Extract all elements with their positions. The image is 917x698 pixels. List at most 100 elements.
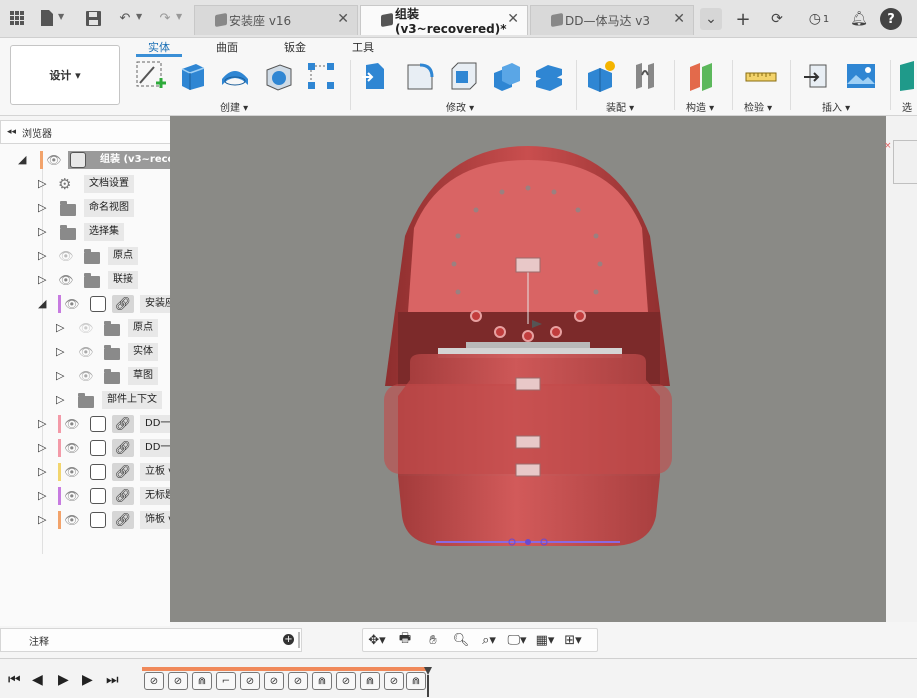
file-icon[interactable] — [38, 9, 56, 27]
expand-triangle-icon[interactable]: ▷ — [56, 394, 68, 406]
group-modify[interactable]: 修改 ▾ — [446, 99, 474, 114]
eye-icon[interactable]: 👁︎ — [78, 345, 94, 359]
tree-item-sketches[interactable]: ▷ 👁︎ 草图 — [0, 366, 170, 386]
press-pull-icon[interactable] — [358, 59, 392, 93]
expand-triangle-icon[interactable]: ▷ — [56, 322, 68, 334]
pan-hand-icon[interactable]: ✋︎ — [419, 630, 447, 650]
panel-resize-handle[interactable] — [298, 632, 300, 648]
eye-icon[interactable]: 👁︎ — [64, 297, 80, 311]
file-menu-caret[interactable]: ▼ — [58, 12, 64, 21]
revolve-icon[interactable] — [218, 59, 252, 93]
tree-item-joints[interactable]: ▷ 👁︎ 联接 — [0, 270, 170, 290]
tab-mount-seat[interactable]: 安装座 v16 ✕ — [194, 5, 358, 35]
eye-icon[interactable]: 👁︎ — [64, 417, 80, 431]
fit-icon[interactable]: ⌕▾ — [475, 630, 503, 650]
expand-triangle-icon[interactable]: ▷ — [38, 226, 50, 238]
look-at-icon[interactable]: 🖶︎ — [391, 630, 419, 650]
help-icon[interactable]: ? — [880, 8, 902, 30]
orbit-icon[interactable]: ✥▾ — [363, 630, 391, 650]
3d-viewport[interactable] — [170, 116, 886, 622]
timeline-joint-icon[interactable]: ⊘ — [240, 672, 260, 690]
group-assemble[interactable]: 装配 ▾ — [606, 99, 634, 114]
expand-triangle-icon[interactable]: ▷ — [38, 490, 50, 502]
redo-icon[interactable]: ↷ — [156, 9, 174, 27]
extrude-icon[interactable] — [176, 59, 210, 93]
timeline-joint-icon[interactable]: ⊘ — [336, 672, 356, 690]
step-back-icon[interactable]: ◀ — [32, 672, 43, 688]
fillet-icon[interactable] — [402, 59, 436, 93]
close-small-icon[interactable]: × — [884, 141, 892, 151]
timeline-joint-icon[interactable]: ⊘ — [264, 672, 284, 690]
collapse-browser-icon[interactable]: ◂◂ — [7, 127, 16, 137]
eye-hidden-icon[interactable]: 👁︎ — [58, 249, 74, 263]
ribbon-tab-sheetmetal[interactable]: 钣金 — [284, 39, 306, 55]
expand-triangle-icon[interactable]: ▷ — [38, 250, 50, 262]
expand-triangle-icon[interactable]: ▷ — [38, 178, 50, 190]
eye-icon[interactable]: 👁︎ — [78, 369, 94, 383]
grid-menu-icon[interactable] — [8, 9, 26, 27]
eye-icon[interactable]: 👁︎ — [58, 273, 74, 287]
tree-item-origin[interactable]: ▷ 👁︎ 原点 — [0, 246, 170, 266]
offset-plane-icon[interactable] — [684, 59, 718, 93]
group-insert[interactable]: 插入 ▾ — [822, 99, 850, 114]
insert-derive-icon[interactable] — [800, 59, 834, 93]
timeline-rigid-icon[interactable]: ⋒ — [360, 672, 380, 690]
zoom-icon[interactable]: 🔍︎ — [447, 630, 475, 650]
timeline-rigid-icon[interactable]: ⋒ — [312, 672, 332, 690]
timeline-sketch-icon[interactable]: ⌐ — [216, 672, 236, 690]
expand-triangle-icon[interactable]: ▷ — [38, 442, 50, 454]
close-icon[interactable]: ✕ — [507, 11, 519, 27]
play-icon[interactable]: ▶ — [58, 672, 69, 688]
insert-image-icon[interactable] — [844, 59, 878, 93]
shell-icon[interactable] — [262, 59, 296, 93]
group-construct[interactable]: 构造 ▾ — [686, 99, 714, 114]
chevron-down-icon[interactable]: ⌄ — [700, 8, 722, 30]
pattern-icon[interactable] — [304, 59, 338, 93]
timeline-rigid-icon[interactable]: ⋒ — [192, 672, 212, 690]
expand-triangle-icon[interactable]: ▷ — [56, 370, 68, 382]
eye-icon[interactable]: 👁︎ — [64, 489, 80, 503]
plus-icon[interactable]: + — [732, 8, 754, 30]
go-to-start-icon[interactable]: ⏮ — [8, 672, 21, 688]
split-body-icon[interactable] — [532, 59, 566, 93]
chamfer-icon[interactable] — [446, 59, 480, 93]
tab-assembly[interactable]: 组装 (v3~recovered)* ✕ — [360, 5, 528, 36]
tree-item-doc-settings[interactable]: ▷ ⚙ 文档设置 — [0, 174, 170, 194]
expand-triangle-icon[interactable]: ▷ — [56, 346, 68, 358]
timeline-joint-icon[interactable]: ⊘ — [384, 672, 404, 690]
tree-item-bodies[interactable]: ▷ 👁︎ 实体 — [0, 342, 170, 362]
refresh-icon[interactable]: ⟳ — [766, 8, 788, 30]
combine-icon[interactable] — [490, 59, 524, 93]
close-icon[interactable]: ✕ — [673, 11, 685, 27]
step-forward-icon[interactable]: ▶ — [82, 672, 93, 688]
ribbon-tab-solid[interactable]: 实体 — [148, 39, 170, 55]
eye-icon[interactable]: 👁︎ — [46, 153, 62, 167]
expand-triangle-icon[interactable]: ▷ — [38, 202, 50, 214]
tree-item-selection-sets[interactable]: ▷ 选择集 — [0, 222, 170, 242]
add-comment-icon[interactable]: + — [283, 634, 294, 645]
create-sketch-icon[interactable] — [134, 59, 168, 93]
eye-icon[interactable]: 👁︎ — [64, 441, 80, 455]
go-to-end-icon[interactable]: ⏭ — [106, 672, 119, 688]
redo-menu-caret[interactable]: ▼ — [176, 12, 182, 21]
eye-icon[interactable]: 👁︎ — [64, 465, 80, 479]
measure-icon[interactable] — [744, 59, 778, 93]
close-icon[interactable]: ✕ — [337, 11, 349, 27]
ribbon-tab-tools[interactable]: 工具 — [352, 39, 374, 55]
collapse-triangle-icon[interactable]: ◢ — [18, 154, 30, 166]
joint-icon[interactable] — [628, 59, 662, 93]
clock-icon[interactable]: ◷ 1 — [802, 8, 836, 30]
bell-icon[interactable]: 🔔︎ — [848, 8, 870, 30]
tab-dd-motor[interactable]: DD—体马达 v3 ✕ — [530, 5, 694, 35]
save-icon[interactable] — [84, 9, 102, 27]
tree-item-context[interactable]: ▷ 部件上下文 — [0, 390, 180, 410]
timeline-joint-icon[interactable]: ⊘ — [168, 672, 188, 690]
ribbon-tab-surface[interactable]: 曲面 — [216, 39, 238, 55]
tree-item-named-views[interactable]: ▷ 命名视图 — [0, 198, 170, 218]
expand-triangle-icon[interactable]: ▷ — [38, 274, 50, 286]
viewports-icon[interactable]: ⊞▾ — [559, 630, 587, 650]
expand-triangle-icon[interactable]: ▷ — [38, 514, 50, 526]
viewcube[interactable] — [893, 140, 917, 184]
undo-menu-caret[interactable]: ▼ — [136, 12, 142, 21]
timeline-joint-icon[interactable]: ⊘ — [144, 672, 164, 690]
